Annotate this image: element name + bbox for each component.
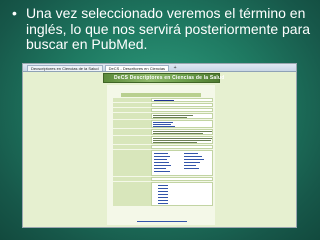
table-row [113, 108, 213, 112]
qualifier-link[interactable] [184, 156, 202, 157]
row-label [113, 136, 151, 144]
qualifier-link[interactable] [184, 162, 200, 163]
decs-banner: DeCS Descriptores en Ciencias de la Salu… [103, 73, 224, 83]
browser-screenshot: Decscriptores en Ciencias de la Salud De… [22, 63, 297, 228]
table-row [113, 177, 213, 181]
tree-number-link[interactable] [158, 200, 168, 201]
row-label [113, 150, 151, 176]
tree-number-link[interactable] [158, 197, 168, 198]
qualifier-link[interactable] [154, 168, 166, 169]
table-row [113, 120, 213, 128]
text-line [153, 133, 203, 134]
tree-number-link[interactable] [158, 203, 168, 204]
decs-page: DeCS Descriptores en Ciencias de la Salu… [23, 72, 296, 227]
row-label [113, 103, 151, 107]
row-label [113, 108, 151, 112]
qualifier-link[interactable] [154, 162, 169, 163]
bullet-text: Una vez seleccionado veremos el término … [26, 5, 311, 52]
row-value-english-term [151, 98, 213, 102]
tree-number-link[interactable] [158, 194, 168, 195]
row-label-tree [113, 182, 151, 206]
qualifier-link[interactable] [184, 168, 199, 169]
text-line [153, 131, 212, 132]
qualifier-link[interactable] [154, 156, 170, 157]
text-line [153, 142, 197, 143]
text-line [153, 179, 163, 180]
row-value [151, 108, 213, 112]
link-line[interactable] [153, 122, 173, 123]
text-line [153, 110, 179, 111]
table-row [113, 150, 213, 176]
row-label [113, 177, 151, 181]
row-value [151, 113, 213, 119]
table-row [113, 98, 213, 102]
table-row [113, 129, 213, 135]
descriptor-table [113, 98, 213, 207]
qualifier-link[interactable] [154, 153, 168, 154]
text-line [153, 115, 193, 116]
qualifier-link[interactable] [184, 153, 198, 154]
row-value-qualifiers [151, 150, 213, 176]
tree-number-link[interactable] [158, 188, 168, 189]
row-label [113, 145, 151, 149]
highlighted-term[interactable] [154, 99, 174, 101]
tree-number-link[interactable] [158, 191, 168, 192]
decs-content-panel [107, 85, 215, 225]
qualifier-link[interactable] [154, 165, 171, 166]
text-line [153, 140, 211, 141]
row-label [113, 120, 151, 128]
browser-tab-2[interactable]: DeCS - Descritores en Ciencias [104, 65, 170, 71]
row-value [151, 103, 213, 107]
text-line [153, 117, 187, 118]
row-value-synonyms [151, 120, 213, 128]
row-label [113, 98, 151, 102]
table-row [113, 103, 213, 107]
decs-banner-title: DeCS Descriptores en Ciencias de la Salu… [114, 75, 225, 81]
new-tab-button[interactable]: + [171, 65, 179, 71]
text-line [153, 105, 183, 106]
text-line [153, 138, 212, 139]
link-line[interactable] [153, 124, 171, 125]
qualifier-link[interactable] [154, 159, 167, 160]
footer-links[interactable] [137, 221, 187, 222]
row-label [113, 113, 151, 119]
row-value-tree-numbers [151, 182, 213, 206]
tree-number-link[interactable] [158, 185, 168, 186]
section-header-bar [121, 93, 201, 97]
link-line[interactable] [153, 126, 175, 127]
row-label [113, 129, 151, 135]
table-row [113, 113, 213, 119]
browser-tab-1[interactable]: Decscriptores en Ciencias de la Salud [27, 65, 103, 71]
row-value [151, 145, 213, 149]
table-row [113, 136, 213, 144]
text-line [153, 147, 189, 148]
row-value-scope-note [151, 136, 213, 144]
qualifier-link[interactable] [184, 165, 196, 166]
browser-tab-bar: Decscriptores en Ciencias de la Salud De… [23, 64, 296, 72]
qualifier-link[interactable] [154, 171, 170, 172]
slide-bullet-text: • Una vez seleccionado veremos el términ… [12, 5, 312, 53]
table-row [113, 182, 213, 206]
row-value [151, 129, 213, 135]
qualifier-link[interactable] [184, 159, 204, 160]
breadcrumb [121, 86, 201, 92]
table-row [113, 145, 213, 149]
bullet-dot: • [12, 5, 17, 21]
row-value [151, 177, 213, 181]
